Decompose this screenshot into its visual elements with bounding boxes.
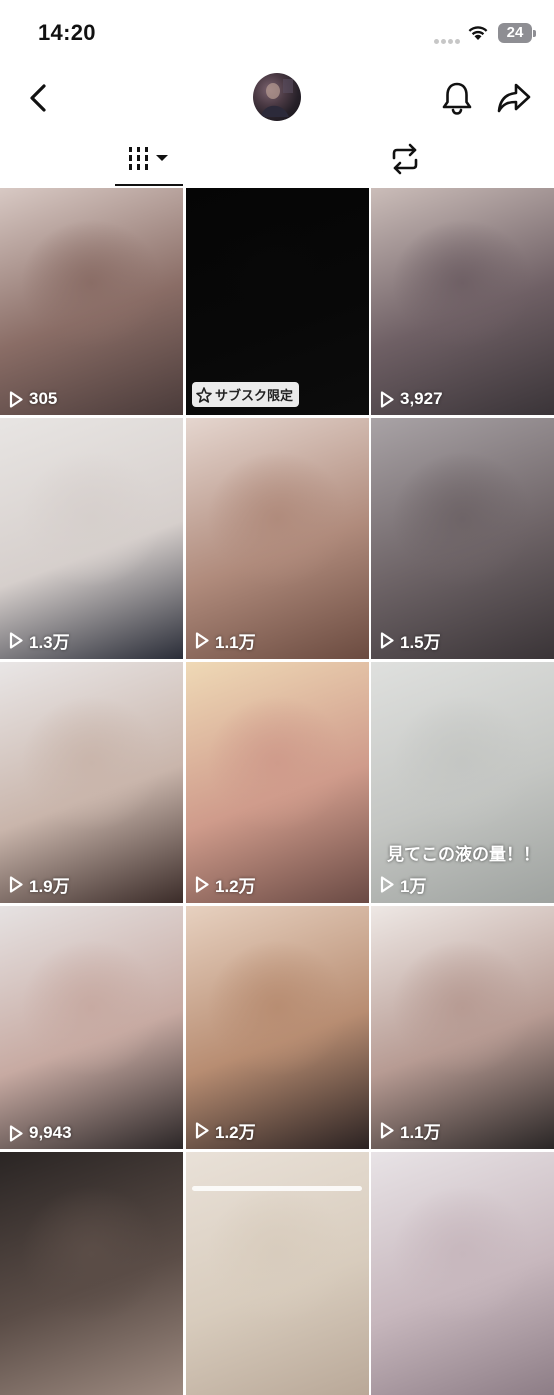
bell-icon[interactable]	[440, 80, 474, 116]
active-tab-indicator	[115, 184, 183, 186]
video-thumbnail[interactable]	[0, 1152, 183, 1395]
tab-reposts[interactable]	[370, 130, 440, 188]
video-thumbnail[interactable]: 305	[0, 188, 183, 415]
view-count: 1.2万	[195, 1118, 256, 1143]
subscription-badge: サブスク限定	[192, 382, 300, 407]
view-count-label: 3,927	[400, 389, 443, 408]
content-tabs	[0, 130, 554, 188]
view-count: 1.9万	[9, 872, 70, 897]
play-icon	[195, 1122, 209, 1139]
tab-videos[interactable]	[113, 130, 185, 188]
repost-icon	[392, 143, 418, 175]
share-arrow-icon[interactable]	[496, 81, 532, 115]
view-count: 1.1万	[380, 1118, 441, 1143]
wifi-icon	[468, 26, 488, 40]
view-count: 305	[9, 389, 57, 409]
view-count: 1.2万	[195, 872, 256, 897]
subscription-badge-label: サブスク限定	[215, 388, 294, 403]
view-count-label: 1.3万	[29, 633, 70, 652]
subscription-star-icon	[196, 386, 212, 403]
battery-indicator: 24	[498, 23, 536, 43]
view-count-label: 1.5万	[400, 633, 441, 652]
video-thumbnail[interactable]: 1.2万	[186, 662, 369, 903]
play-icon	[195, 876, 209, 893]
play-icon	[195, 632, 209, 649]
play-icon	[380, 876, 394, 893]
view-count: 1万	[380, 872, 426, 897]
video-thumbnail[interactable]: 9,943	[0, 906, 183, 1149]
play-icon	[9, 390, 23, 408]
view-count-label: 9,943	[29, 1123, 72, 1142]
video-thumbnail[interactable]: 1.1万	[186, 418, 369, 659]
view-count-label: 1.9万	[29, 877, 70, 896]
status-bar: 14:20 24	[0, 0, 554, 68]
view-count: 3,927	[380, 389, 443, 409]
play-icon	[9, 876, 23, 893]
play-icon	[9, 1124, 23, 1142]
view-count: 1.1万	[195, 628, 256, 653]
video-thumbnail[interactable]: 1.1万	[371, 906, 554, 1149]
chevron-left-icon[interactable]	[24, 82, 54, 114]
view-count-label: 1.1万	[400, 1123, 441, 1142]
video-thumbnail[interactable]: 1.9万	[0, 662, 183, 903]
grid-bars-icon	[129, 147, 168, 170]
play-icon	[9, 632, 23, 649]
status-time: 14:20	[38, 20, 96, 45]
video-thumbnail[interactable]: 3,927	[371, 188, 554, 415]
cellular-signal-icon	[434, 31, 464, 44]
video-thumbnail[interactable]: 見てこの液の量！！ 1万	[371, 662, 554, 903]
view-count-label: 305	[29, 389, 58, 408]
video-thumbnail[interactable]: 1.2万	[186, 906, 369, 1149]
view-count-label: 1万	[400, 877, 427, 896]
view-count-label: 1.1万	[215, 633, 256, 652]
view-count: 1.5万	[380, 628, 441, 653]
profile-header	[0, 68, 554, 130]
home-indicator	[192, 1186, 362, 1191]
view-count: 9,943	[9, 1123, 72, 1143]
video-thumbnail[interactable]: 1.3万	[0, 418, 183, 659]
video-thumbnail[interactable]: サブスク限定	[186, 188, 369, 415]
view-count-label: 1.2万	[215, 1123, 256, 1142]
play-icon	[380, 632, 394, 649]
video-thumbnail[interactable]: 1.5万	[371, 418, 554, 659]
video-caption: 見てこの液の量！！	[387, 845, 540, 864]
avatar[interactable]	[253, 73, 301, 121]
play-icon	[380, 390, 394, 408]
video-thumbnail[interactable]	[371, 1152, 554, 1395]
view-count-label: 1.2万	[215, 877, 256, 896]
view-count: 1.3万	[9, 628, 70, 653]
play-icon	[380, 1122, 394, 1139]
